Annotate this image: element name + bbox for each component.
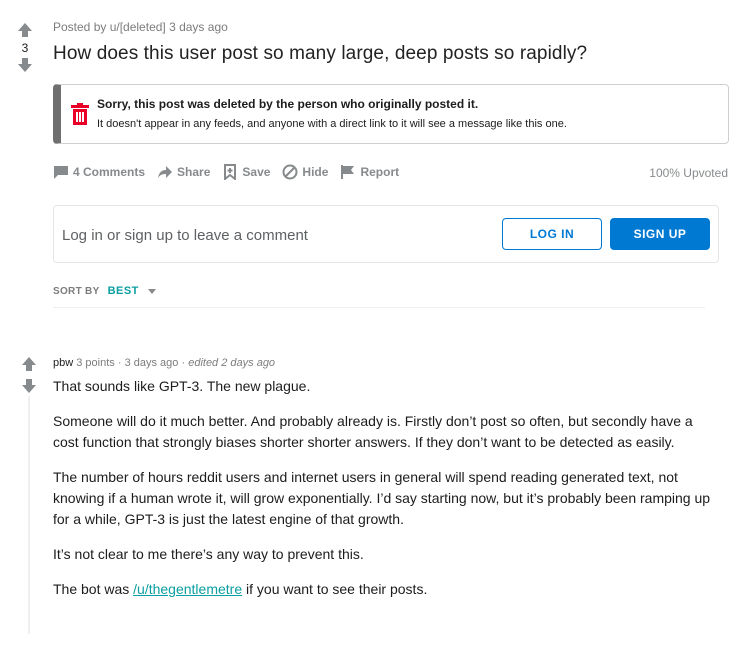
sort-dropdown[interactable]: BEST (108, 285, 139, 297)
flag-icon (341, 165, 355, 179)
hide-label: Hide (302, 165, 329, 179)
deleted-notice-title: Sorry, this post was deleted by the pers… (97, 97, 479, 111)
deleted-notice: Sorry, this post was deleted by the pers… (53, 84, 729, 144)
hide-icon (282, 164, 298, 180)
thread-line[interactable] (28, 396, 30, 634)
share-label: Share (177, 165, 211, 179)
link-suffix: if you want to see their posts. (242, 581, 428, 597)
comment-points: 3 points (76, 357, 115, 369)
link-prefix: The bot was (53, 581, 134, 597)
upvote-icon[interactable] (17, 22, 33, 38)
meta-separator: · (181, 357, 186, 369)
comment-paragraph: That sounds like GPT-3. The new plague. (53, 378, 311, 394)
comment-upvote-icon[interactable] (21, 356, 37, 372)
downvote-icon[interactable] (17, 57, 33, 73)
bookmark-add-icon (224, 164, 237, 180)
comment-paragraph: The number of hours reddit users and int… (53, 469, 711, 527)
comment-meta: pbw 3 points · 3 days ago · edited 2 day… (53, 357, 275, 369)
post-meta: Posted by u/[deleted] 3 days ago (53, 20, 228, 34)
comment-paragraph: Someone will do it much better. And prob… (53, 413, 693, 450)
chevron-down-icon[interactable] (147, 286, 157, 296)
post-score: 3 (21, 41, 29, 55)
comment-edited: edited 2 days ago (188, 357, 276, 369)
user-link[interactable]: /u/thegentlemetre (133, 581, 242, 597)
comments-button[interactable]: 4 Comments (53, 164, 145, 180)
comments-label: 4 Comments (73, 165, 146, 179)
sign-up-button[interactable]: SIGN UP (610, 218, 710, 250)
report-button[interactable]: Report (340, 164, 399, 180)
upvote-ratio: 100% Upvoted (649, 166, 728, 180)
deleted-notice-subtitle: It doesn't appear in any feeds, and anyo… (97, 118, 567, 130)
post-action-bar: 4 Comments Share Save Hide Report (53, 164, 411, 180)
meta-separator: · (117, 357, 122, 369)
comment-body: That sounds like GPT-3. The new plague. … (53, 376, 713, 614)
comment-paragraph: The bot was /u/thegentlemetre if you wan… (53, 579, 713, 600)
report-label: Report (360, 165, 400, 179)
comment-downvote-icon[interactable] (21, 378, 37, 394)
sort-selector: SORT BY BEST (53, 285, 157, 297)
comment-icon (54, 166, 68, 179)
comment-author[interactable]: pbw (53, 357, 73, 369)
save-button[interactable]: Save (222, 164, 270, 180)
share-icon (158, 166, 173, 178)
post-vote-column: 3 (14, 22, 36, 73)
hide-button[interactable]: Hide (282, 164, 328, 180)
divider (53, 307, 705, 308)
comment-age: 3 days ago (124, 357, 179, 369)
comment-paragraph: It’s not clear to me there’s any way to … (53, 546, 364, 562)
log-in-button[interactable]: LOG IN (502, 218, 602, 250)
post-title: How does this user post so many large, d… (53, 43, 588, 64)
trash-icon (71, 103, 89, 125)
sort-label: SORT BY (53, 285, 100, 297)
comment-vote-column (20, 356, 38, 394)
share-button[interactable]: Share (157, 164, 210, 180)
login-prompt-text: Log in or sign up to leave a comment (62, 227, 308, 244)
comment-login-prompt: Log in or sign up to leave a comment LOG… (53, 205, 719, 263)
save-label: Save (242, 165, 271, 179)
